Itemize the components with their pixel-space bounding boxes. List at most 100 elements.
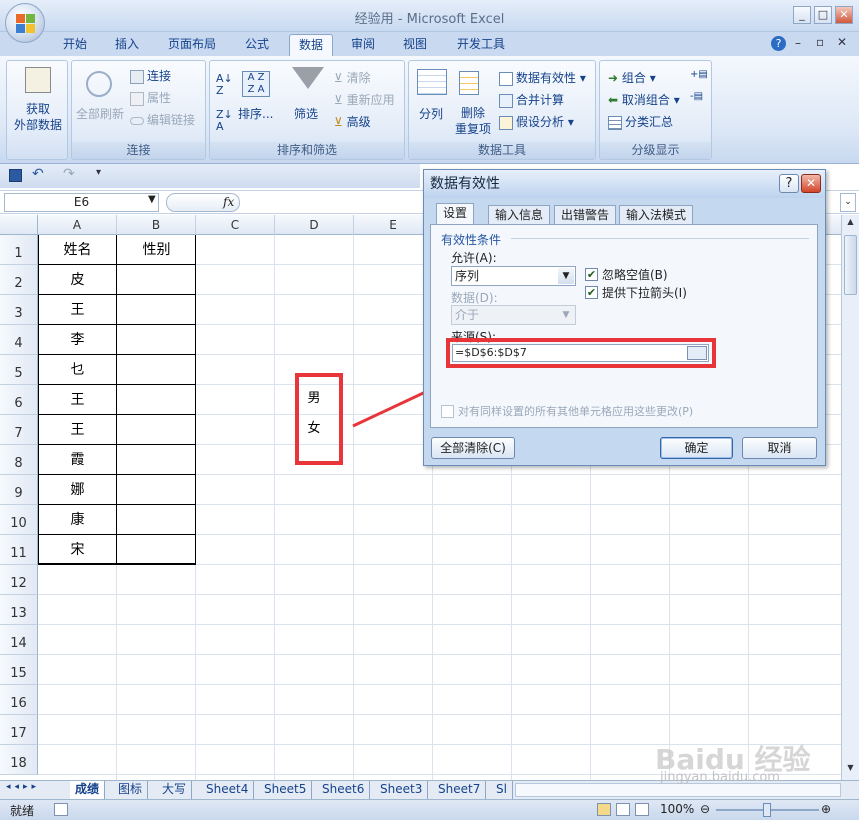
help-icon[interactable]: ? <box>771 36 786 51</box>
cell-a3[interactable]: 王 <box>38 295 117 325</box>
tab-home[interactable]: 开始 <box>54 34 96 56</box>
tab-input-message[interactable]: 输入信息 <box>488 205 551 225</box>
dropdown-checkbox[interactable]: ✔ <box>585 286 598 299</box>
edit-links-button[interactable]: 编辑链接 <box>130 111 195 128</box>
cell-a7[interactable]: 王 <box>38 415 117 445</box>
reapply-button[interactable]: ⊻ 重新应用 <box>334 91 395 108</box>
connections-button[interactable]: 连接 <box>130 67 171 84</box>
dialog-close-button[interactable]: ✕ <box>801 174 821 193</box>
what-if-button[interactable]: 假设分析 ▾ <box>499 113 574 130</box>
row-header[interactable]: 16 <box>0 685 38 715</box>
page-layout-view-icon[interactable] <box>616 803 630 816</box>
row-header[interactable]: 11 <box>0 535 38 565</box>
data-dropdown-icon[interactable]: ▼ <box>558 307 574 323</box>
sheet-tab-4[interactable]: Sheet5 <box>259 781 313 799</box>
subtotal-button[interactable]: 分类汇总 <box>608 113 673 130</box>
consolidate-button[interactable]: 合并计算 <box>499 91 564 108</box>
sheet-tab-6[interactable]: Sheet3 <box>375 781 429 799</box>
undo-icon[interactable]: ↶ <box>32 166 44 182</box>
name-box-dropdown-icon[interactable]: ▼ <box>148 194 156 205</box>
dialog-help-button[interactable]: ? <box>779 174 799 193</box>
ribbon-minimize-icon[interactable]: – <box>795 36 801 50</box>
clear-all-button[interactable]: 全部清除(C) <box>431 437 515 459</box>
cell-a6[interactable]: 王 <box>38 385 117 415</box>
customize-qat-icon[interactable]: ▾ <box>96 167 101 178</box>
column-header-d[interactable]: D <box>275 215 354 235</box>
cell-a5[interactable]: 乜 <box>38 355 117 385</box>
cell-a1[interactable]: 姓名 <box>38 235 117 265</box>
horizontal-scrollbar[interactable] <box>515 783 841 797</box>
redo-icon[interactable]: ↷ <box>63 166 75 182</box>
apply-all-checkbox[interactable] <box>441 405 454 418</box>
scroll-up-icon[interactable]: ▲ <box>843 217 858 232</box>
sheet-tab-5[interactable]: Sheet6 <box>317 781 371 799</box>
page-break-view-icon[interactable] <box>635 803 649 816</box>
range-picker-icon[interactable] <box>687 346 707 360</box>
cell-a10[interactable]: 康 <box>38 505 117 535</box>
cell-a2[interactable]: 皮 <box>38 265 117 295</box>
zoom-out-icon[interactable]: ⊖ <box>700 802 710 816</box>
scroll-down-icon[interactable]: ▼ <box>843 763 858 778</box>
sheet-tab-2[interactable]: 大写 <box>157 781 193 799</box>
show-detail-icon[interactable]: +▤ <box>690 69 708 80</box>
vertical-scrollbar[interactable]: ▲ ▼ <box>841 215 859 780</box>
row-header[interactable]: 12 <box>0 565 38 595</box>
ribbon-restore-icon[interactable]: ▫ <box>816 35 824 49</box>
tab-formulas[interactable]: 公式 <box>236 34 278 56</box>
sheet-nav-icon[interactable]: ◂◂▸▸ <box>6 782 40 792</box>
workbook-close-icon[interactable]: ✕ <box>837 35 847 49</box>
tab-data[interactable]: 数据 <box>289 34 334 56</box>
tab-settings[interactable]: 设置 <box>436 203 475 225</box>
row-header[interactable]: 8 <box>0 445 38 475</box>
get-external-data-button[interactable]: 获取 外部数据 <box>9 101 67 133</box>
refresh-all-button[interactable]: 全部刷新 <box>76 105 124 122</box>
row-header[interactable]: 17 <box>0 715 38 745</box>
allow-select[interactable]: 序列 ▼ <box>451 266 576 286</box>
source-input[interactable]: =$D$6:$D$7 <box>452 344 709 362</box>
advanced-button[interactable]: ⊻ 高级 <box>334 113 371 130</box>
cell-b1[interactable]: 性别 <box>117 235 196 265</box>
scroll-thumb[interactable] <box>844 235 857 295</box>
minimize-button[interactable]: _ <box>793 6 811 24</box>
tab-insert[interactable]: 插入 <box>106 34 148 56</box>
row-header[interactable]: 4 <box>0 325 38 355</box>
sort-button[interactable]: 排序... <box>238 105 273 122</box>
cell-a4[interactable]: 李 <box>38 325 117 355</box>
row-header[interactable]: 9 <box>0 475 38 505</box>
row-header[interactable]: 13 <box>0 595 38 625</box>
row-header[interactable]: 18 <box>0 745 38 775</box>
properties-button[interactable]: 属性 <box>130 89 171 106</box>
tab-page-layout[interactable]: 页面布局 <box>159 34 225 56</box>
row-header[interactable]: 14 <box>0 625 38 655</box>
row-header[interactable]: 2 <box>0 265 38 295</box>
ungroup-button[interactable]: ⬅ 取消组合 ▾ <box>608 91 680 108</box>
save-icon[interactable] <box>9 169 22 182</box>
name-box[interactable]: E6 <box>4 193 159 212</box>
cell-d7[interactable]: 女 <box>299 414 329 444</box>
sort-az-icon[interactable]: A↓ Z <box>216 73 233 97</box>
cell-a9[interactable]: 娜 <box>38 475 117 505</box>
data-select[interactable]: 介于 ▼ <box>451 305 576 325</box>
row-header[interactable]: 10 <box>0 505 38 535</box>
allow-dropdown-icon[interactable]: ▼ <box>558 268 574 284</box>
tab-developer[interactable]: 开发工具 <box>448 34 514 56</box>
row-header[interactable]: 6 <box>0 385 38 415</box>
close-button[interactable]: ✕ <box>835 6 853 24</box>
tab-error-alert[interactable]: 出错警告 <box>554 205 617 225</box>
fx-icon[interactable]: fx <box>223 195 234 209</box>
sheet-tab-8[interactable]: Sl <box>491 781 513 799</box>
maximize-button[interactable]: □ <box>814 6 832 24</box>
ok-button[interactable]: 确定 <box>660 437 733 459</box>
column-header-e[interactable]: E <box>354 215 433 235</box>
office-button[interactable] <box>5 3 45 43</box>
remove-duplicates-button[interactable]: 删除 重复项 <box>455 105 491 137</box>
cell-d6[interactable]: 男 <box>299 384 329 414</box>
row-header[interactable]: 1 <box>0 235 38 265</box>
select-all-corner[interactable] <box>0 215 38 235</box>
cell-a8[interactable]: 霞 <box>38 445 117 475</box>
sheet-tab-3[interactable]: Sheet4 <box>201 781 255 799</box>
filter-button[interactable]: 筛选 <box>294 105 318 122</box>
expand-formula-bar-icon[interactable]: ⌄ <box>840 193 856 212</box>
row-header[interactable]: 3 <box>0 295 38 325</box>
ignore-blank-checkbox[interactable]: ✔ <box>585 268 598 281</box>
